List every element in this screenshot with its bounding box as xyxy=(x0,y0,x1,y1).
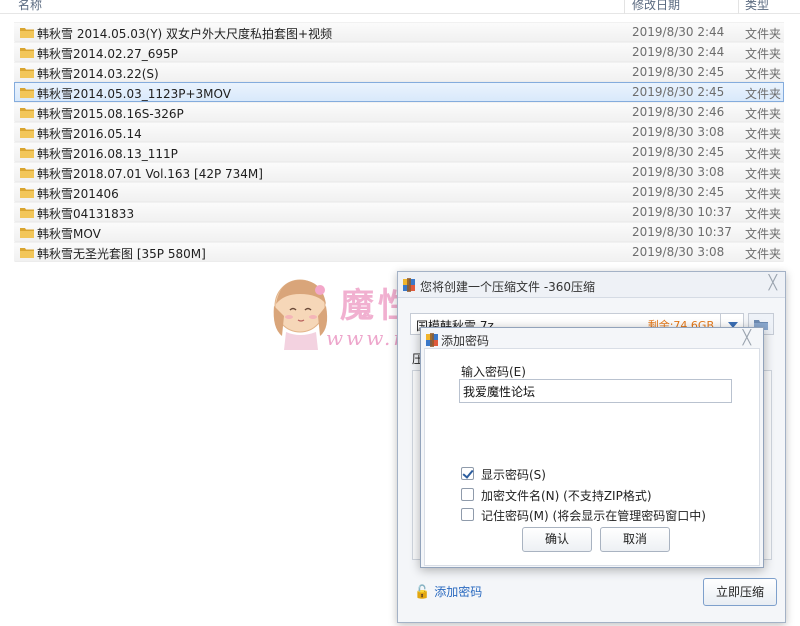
checkbox-label: 加密文件名(N) (不支持ZIP格式) xyxy=(481,489,652,503)
folder-icon xyxy=(19,206,35,219)
file-row[interactable]: 韩秋雪2014.05.03_1123P+3MOV 2019/8/30 2:45 文件… xyxy=(14,82,784,102)
column-header: 名称 修改日期 类型 xyxy=(0,0,800,14)
compress-now-button[interactable]: 立即压缩 xyxy=(703,578,777,606)
file-list: 韩秋雪 2014.05.03(Y) 双女户外大尺度私拍套图+视频 2019/8/3… xyxy=(14,22,784,262)
folder-icon xyxy=(19,66,35,79)
folder-icon xyxy=(19,146,35,159)
column-type-header[interactable]: 类型 xyxy=(745,0,769,13)
file-name: 韩秋雪2016.05.14 xyxy=(37,127,142,141)
file-type: 文件夹 xyxy=(745,247,782,261)
file-row[interactable]: 韩秋雪2014.03.22(S) 2019/8/30 2:45 文件夹 xyxy=(14,62,784,82)
file-date: 2019/8/30 2:44 xyxy=(632,25,725,39)
file-type: 文件夹 xyxy=(745,147,782,161)
file-date: 2019/8/30 3:08 xyxy=(632,125,725,139)
column-date-header[interactable]: 修改日期 xyxy=(632,0,680,13)
file-row[interactable]: 韩秋雪MOV 2019/8/30 10:37 文件夹 xyxy=(14,222,784,242)
column-divider[interactable] xyxy=(738,0,739,14)
file-row[interactable]: 韩秋雪2014.02.27_695P 2019/8/30 2:44 文件夹 xyxy=(14,42,784,62)
file-name: 韩秋雪2014.02.27_695P xyxy=(37,47,178,61)
file-row[interactable]: 韩秋雪201406 2019/8/30 2:45 文件夹 xyxy=(14,182,784,202)
file-type: 文件夹 xyxy=(745,207,782,221)
file-type: 文件夹 xyxy=(745,67,782,81)
file-name: 韩秋雪201406 xyxy=(37,187,119,201)
file-date: 2019/8/30 10:37 xyxy=(632,205,732,219)
file-date: 2019/8/30 2:45 xyxy=(632,145,725,159)
folder-icon xyxy=(19,46,35,59)
password-dialog-title: 添加密码 xyxy=(441,334,490,348)
folder-icon xyxy=(19,106,35,119)
file-row[interactable]: 韩秋雪2015.08.16S-326P 2019/8/30 2:46 文件夹 xyxy=(14,102,784,122)
confirm-button[interactable]: 确认 xyxy=(522,527,592,552)
file-name: 韩秋雪2014.03.22(S) xyxy=(37,67,159,81)
file-row[interactable]: 韩秋雪 2014.05.03(Y) 双女户外大尺度私拍套图+视频 2019/8/3… xyxy=(14,22,784,42)
file-date: 2019/8/30 10:37 xyxy=(632,225,732,239)
column-name-header[interactable]: 名称 xyxy=(18,0,42,13)
password-input[interactable] xyxy=(459,379,732,403)
file-row[interactable]: 韩秋雪04131833 2019/8/30 10:37 文件夹 xyxy=(14,202,784,222)
file-name: 韩秋雪MOV xyxy=(37,227,101,241)
file-type: 文件夹 xyxy=(745,87,782,101)
file-type: 文件夹 xyxy=(745,227,782,241)
file-type: 文件夹 xyxy=(745,127,782,141)
cancel-button[interactable]: 取消 xyxy=(600,527,670,552)
file-date: 2019/8/30 2:45 xyxy=(632,185,725,199)
file-date: 2019/8/30 3:08 xyxy=(632,165,725,179)
folder-icon xyxy=(19,186,35,199)
password-dialog: 添加密码 ╳ 输入密码(E) 显示密码(S) 加密文件名(N) (不支持ZIP格… xyxy=(420,327,764,568)
checkbox-box[interactable] xyxy=(461,467,474,480)
file-date: 2019/8/30 2:45 xyxy=(632,85,725,99)
file-row[interactable]: 韩秋雪无圣光套图 [35P 580M] 2019/8/30 3:08 文件夹 xyxy=(14,242,784,262)
file-type: 文件夹 xyxy=(745,27,782,41)
file-type: 文件夹 xyxy=(745,167,782,181)
column-divider[interactable] xyxy=(624,0,625,14)
folder-icon xyxy=(19,26,35,39)
folder-icon xyxy=(19,226,35,239)
add-password-label: 添加密码 xyxy=(434,585,483,599)
file-row[interactable]: 韩秋雪2016.08.13_111P 2019/8/30 2:45 文件夹 xyxy=(14,142,784,162)
file-name: 韩秋雪2018.07.01 Vol.163 [42P 734M] xyxy=(37,167,263,181)
file-type: 文件夹 xyxy=(745,107,782,121)
file-type: 文件夹 xyxy=(745,47,782,61)
file-name: 韩秋雪 2014.05.03(Y) 双女户外大尺度私拍套图+视频 xyxy=(37,27,333,41)
file-row[interactable]: 韩秋雪2018.07.01 Vol.163 [42P 734M] 2019/8/3… xyxy=(14,162,784,182)
file-name: 韩秋雪无圣光套图 [35P 580M] xyxy=(37,247,206,261)
dialog-title: 您将创建一个压缩文件 -360压缩 xyxy=(420,280,596,294)
folder-icon xyxy=(19,166,35,179)
archive-app-icon xyxy=(426,333,438,347)
close-icon[interactable]: ╳ xyxy=(743,330,751,346)
add-password-link[interactable]: 🔓 添加密码 xyxy=(414,583,482,600)
lock-icon: 🔓 xyxy=(414,585,431,600)
file-type: 文件夹 xyxy=(745,187,782,201)
dialog-titlebar[interactable]: 您将创建一个压缩文件 -360压缩 ╳ xyxy=(398,272,785,298)
file-explorer: 名称 修改日期 类型 韩秋雪 2014.05.03(Y) 双女户外大尺度私拍套图… xyxy=(0,0,800,268)
password-dialog-body: 输入密码(E) 显示密码(S) 加密文件名(N) (不支持ZIP格式) 记住密码… xyxy=(424,348,760,566)
checkbox-label: 显示密码(S) xyxy=(481,468,546,482)
file-name: 韩秋雪2015.08.16S-326P xyxy=(37,107,184,121)
file-date: 2019/8/30 2:44 xyxy=(632,45,725,59)
file-name: 韩秋雪2014.05.03_1123P+3MOV xyxy=(37,87,231,101)
checkbox-box[interactable] xyxy=(461,488,474,501)
file-row[interactable]: 韩秋雪2016.05.14 2019/8/30 3:08 文件夹 xyxy=(14,122,784,142)
file-name: 韩秋雪04131833 xyxy=(37,207,135,221)
file-date: 2019/8/30 3:08 xyxy=(632,245,725,259)
folder-icon xyxy=(19,246,35,259)
folder-icon xyxy=(19,126,35,139)
checkbox-label: 记住密码(M) (将会显示在管理密码窗口中) xyxy=(481,509,706,523)
cartoon-girl-logo xyxy=(273,279,328,350)
file-date: 2019/8/30 2:46 xyxy=(632,105,725,119)
archive-app-icon xyxy=(403,278,415,292)
folder-icon xyxy=(19,86,35,99)
file-name: 韩秋雪2016.08.13_111P xyxy=(37,147,178,161)
checkbox-box[interactable] xyxy=(461,508,474,521)
password-input-label: 输入密码(E) xyxy=(461,365,526,379)
close-icon[interactable]: ╳ xyxy=(769,275,777,291)
file-date: 2019/8/30 2:45 xyxy=(632,65,725,79)
